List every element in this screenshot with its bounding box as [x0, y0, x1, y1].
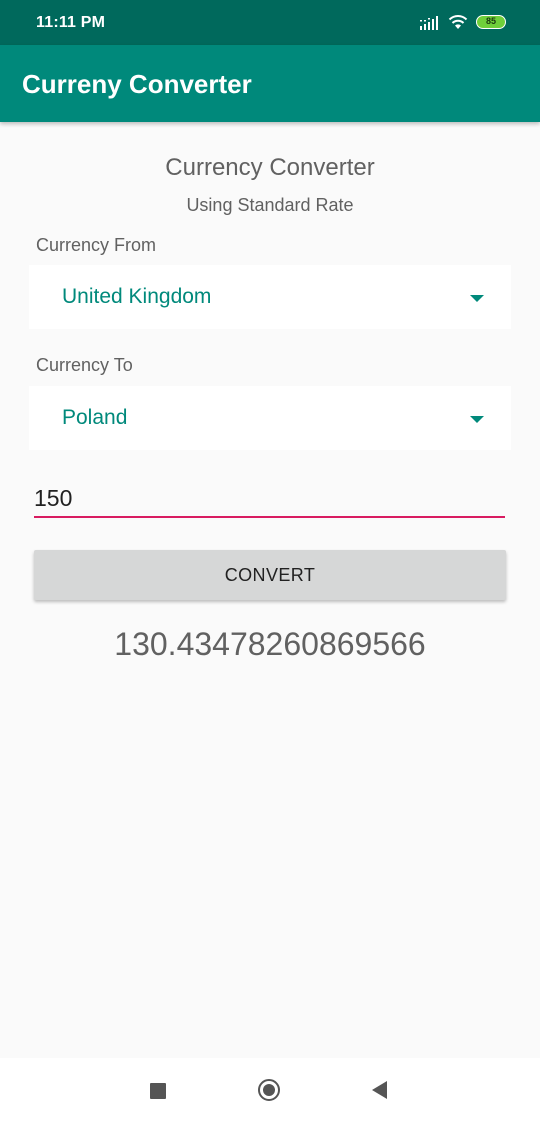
status-time: 11:11 PM — [36, 14, 106, 31]
recents-icon[interactable] — [150, 1083, 166, 1099]
conversion-result: 130.43478260869566 — [114, 626, 426, 662]
back-icon[interactable] — [372, 1081, 387, 1099]
currency-to-value: Poland — [62, 406, 128, 429]
dropdown-arrow-icon — [470, 416, 484, 423]
currency-from-value: United Kingdom — [62, 285, 212, 308]
dropdown-arrow-icon — [470, 295, 484, 302]
wifi-icon — [448, 15, 468, 29]
app-bar: Curreny Converter — [0, 45, 540, 122]
currency-to-spinner[interactable]: Poland — [29, 386, 511, 450]
convert-button[interactable]: CONVERT — [34, 550, 506, 600]
app-title: Curreny Converter — [22, 69, 252, 99]
signal-icon — [420, 16, 438, 30]
battery-icon: 85 — [476, 15, 506, 29]
page-subtitle: Using Standard Rate — [186, 195, 354, 215]
navigation-bar — [0, 1058, 540, 1123]
status-bar: 11:11 PM 85 — [0, 0, 540, 45]
battery-level: 85 — [485, 16, 496, 26]
home-icon-dot — [263, 1084, 275, 1096]
currency-from-spinner[interactable]: United Kingdom — [29, 265, 511, 329]
home-icon[interactable] — [258, 1079, 280, 1101]
currency-from-label: Currency From — [36, 235, 157, 255]
currency-to-label: Currency To — [36, 355, 133, 375]
page-title: Currency Converter — [165, 154, 375, 181]
amount-input[interactable] — [34, 480, 505, 518]
